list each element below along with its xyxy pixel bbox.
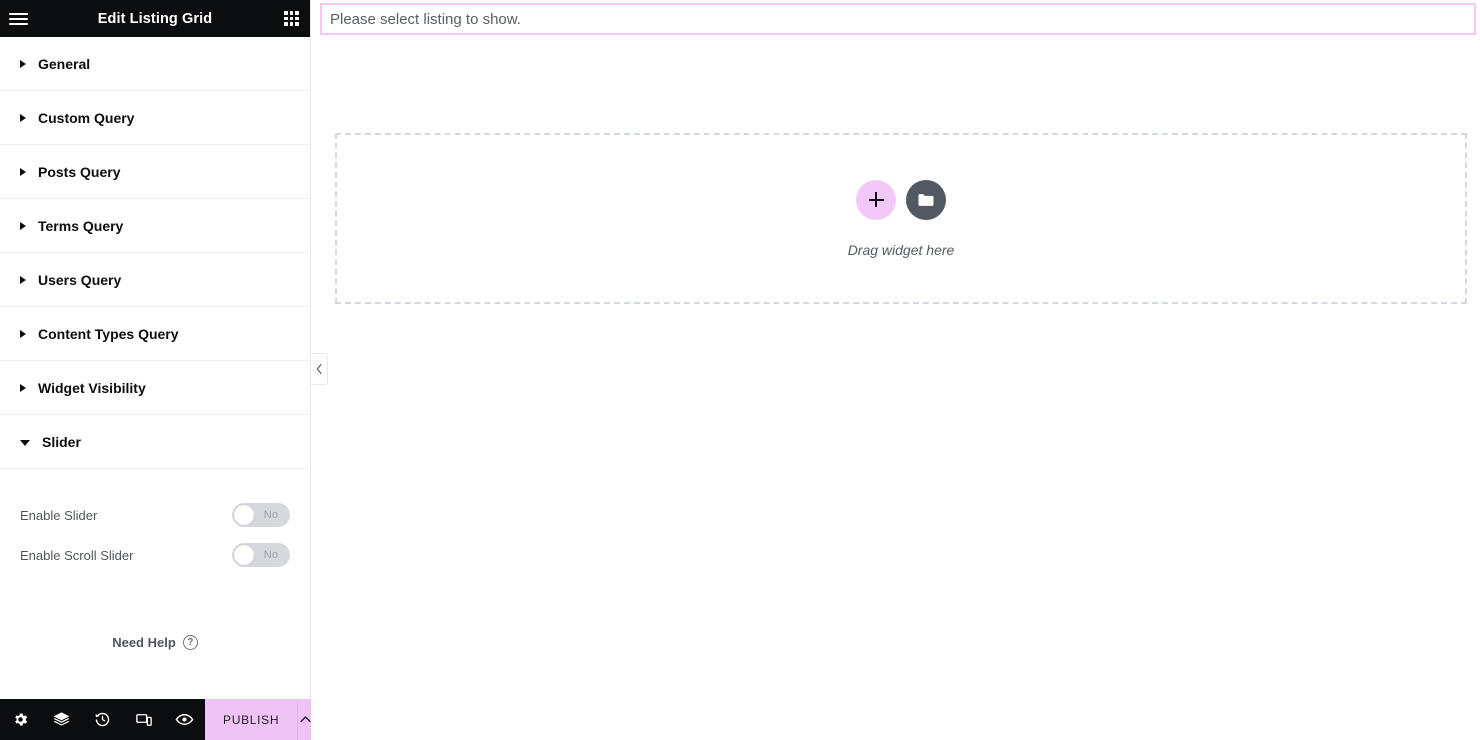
history-icon xyxy=(95,712,110,727)
add-template-button[interactable] xyxy=(906,179,946,220)
elementor-editor: Edit Listing Grid General Custom Query P… xyxy=(0,0,1480,740)
settings-button[interactable] xyxy=(0,699,41,740)
need-help-label: Need Help xyxy=(112,635,176,650)
dropzone-buttons xyxy=(856,179,946,220)
sidebar-section-terms-query[interactable]: Terms Query xyxy=(0,199,310,253)
chevron-down-icon xyxy=(20,439,30,446)
add-new-widget-button[interactable] xyxy=(856,179,896,220)
preview-eye-icon xyxy=(175,714,194,725)
control-label: Enable Slider xyxy=(20,507,98,523)
page-title: Edit Listing Grid xyxy=(97,10,213,27)
chevron-right-icon xyxy=(20,329,26,338)
need-help-link[interactable]: Need Help ? xyxy=(20,635,290,650)
section-label: Content Types Query xyxy=(38,325,179,342)
control-enable-scroll-slider: Enable Scroll Slider No xyxy=(20,535,290,575)
sidebar-section-posts-query[interactable]: Posts Query xyxy=(0,145,310,199)
panel-footer: PUBLISH xyxy=(0,699,314,740)
navigator-icon xyxy=(53,712,70,726)
toggle-value: No xyxy=(263,509,279,521)
hamburger-menu-button[interactable] xyxy=(0,0,37,37)
slider-controls-group: Enable Slider No Enable Scroll Slider No… xyxy=(0,469,310,650)
hamburger-menu-icon xyxy=(9,12,28,25)
preview-button[interactable] xyxy=(164,699,205,740)
enable-slider-toggle[interactable]: No xyxy=(232,503,290,527)
toggle-knob xyxy=(234,545,254,565)
notice-text: Please select listing to show. xyxy=(330,10,521,28)
folder-icon xyxy=(918,193,934,206)
chevron-right-icon xyxy=(20,383,26,392)
chevron-right-icon xyxy=(20,275,26,284)
widgets-panel-button[interactable] xyxy=(273,0,310,37)
sidebar-section-content-types-query[interactable]: Content Types Query xyxy=(0,307,310,361)
toggle-value: No xyxy=(263,549,279,561)
listing-notice: Please select listing to show. xyxy=(320,3,1476,35)
enable-scroll-slider-toggle[interactable]: No xyxy=(232,543,290,567)
sidebar-section-general[interactable]: General xyxy=(0,37,310,91)
editor-canvas: Please select listing to show. Drag widg… xyxy=(311,0,1480,740)
history-button[interactable] xyxy=(82,699,123,740)
publish-button[interactable]: PUBLISH xyxy=(205,699,299,740)
navigator-button[interactable] xyxy=(41,699,82,740)
responsive-mode-icon xyxy=(135,713,152,726)
question-mark-circle-icon: ? xyxy=(182,635,198,650)
section-label: Slider xyxy=(42,433,81,450)
section-label: Terms Query xyxy=(38,217,124,234)
chevron-right-icon xyxy=(20,113,26,122)
section-label: Custom Query xyxy=(38,109,135,126)
plus-icon xyxy=(868,192,884,207)
section-label: Widget Visibility xyxy=(38,379,146,396)
section-label: Users Query xyxy=(38,271,122,288)
widgets-grid-icon xyxy=(284,11,299,26)
publish-label: PUBLISH xyxy=(223,712,280,727)
dropzone-caption: Drag widget here xyxy=(847,241,955,258)
editor-sidebar-panel: Edit Listing Grid General Custom Query P… xyxy=(0,0,328,740)
sidebar-section-users-query[interactable]: Users Query xyxy=(0,253,310,307)
chevron-right-icon xyxy=(20,59,26,68)
chevron-right-icon xyxy=(20,221,26,230)
toggle-knob xyxy=(234,505,254,525)
sidebar-section-custom-query[interactable]: Custom Query xyxy=(0,91,310,145)
sidebar-section-slider[interactable]: Slider xyxy=(0,415,310,469)
panel-header: Edit Listing Grid xyxy=(0,0,310,37)
settings-icon xyxy=(15,713,28,726)
panel-collapse-handle[interactable] xyxy=(311,353,328,385)
section-label: Posts Query xyxy=(38,163,121,180)
section-label: General xyxy=(38,55,91,72)
chevron-right-icon xyxy=(20,167,26,176)
responsive-mode-button[interactable] xyxy=(123,699,164,740)
sidebar-section-widget-visibility[interactable]: Widget Visibility xyxy=(0,361,310,415)
panel-controls-body: General Custom Query Posts Query Terms Q… xyxy=(0,37,310,699)
footer-tools xyxy=(0,699,205,740)
control-label: Enable Scroll Slider xyxy=(20,547,134,563)
chevron-left-icon xyxy=(316,363,322,375)
widget-dropzone[interactable]: Drag widget here xyxy=(335,133,1467,304)
control-enable-slider: Enable Slider No xyxy=(20,495,290,535)
